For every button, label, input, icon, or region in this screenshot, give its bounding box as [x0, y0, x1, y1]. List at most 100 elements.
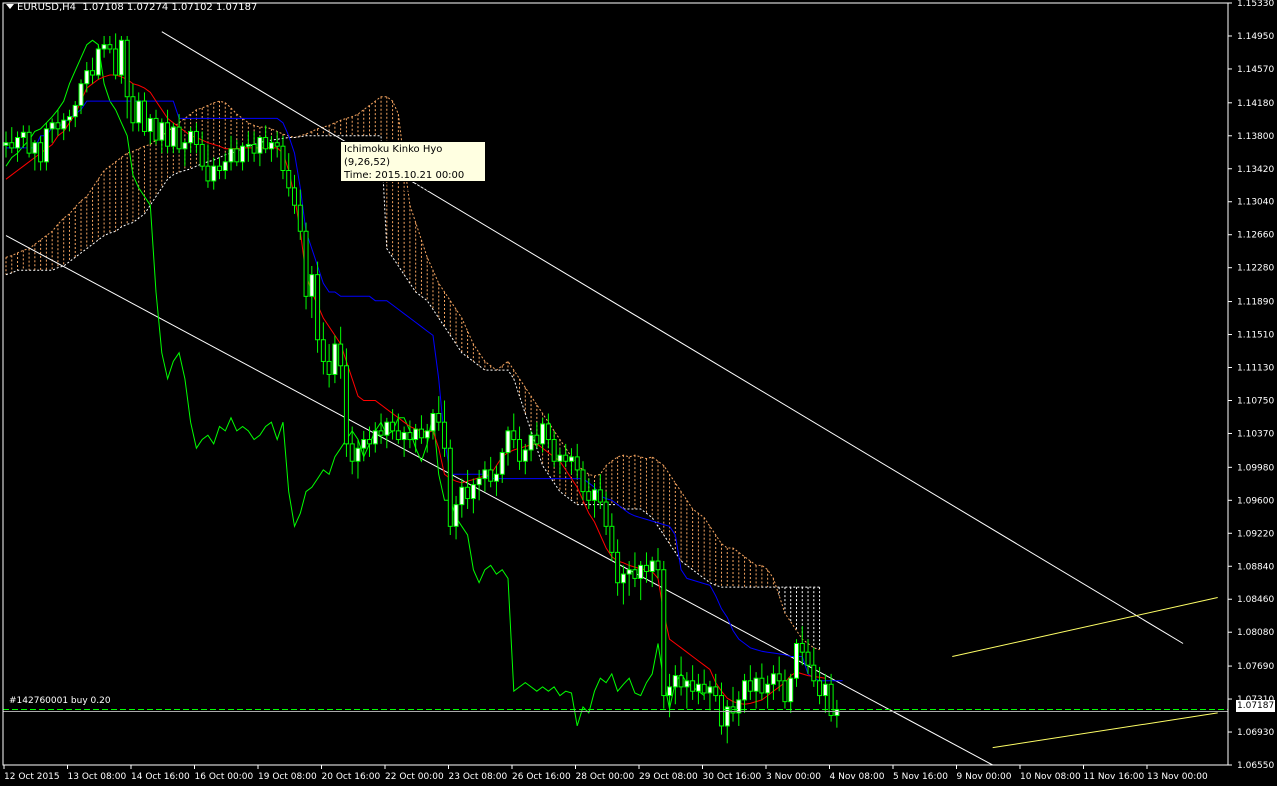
candle-body — [545, 423, 551, 441]
candle-body — [176, 126, 182, 150]
candles — [3, 33, 840, 744]
x-tick-label: 13 Nov 00:00 — [1147, 772, 1208, 782]
x-tick-label: 5 Nov 16:00 — [893, 772, 948, 782]
candle-body — [118, 39, 124, 76]
candle-body — [672, 675, 678, 688]
trendline-upchannel-top[interactable] — [952, 597, 1218, 658]
y-tick-label: 1.14950 — [1237, 32, 1274, 42]
candle-body — [713, 686, 719, 697]
candle-body — [199, 143, 205, 167]
candle-body — [72, 104, 78, 118]
candle-body — [695, 683, 701, 692]
candle-body — [153, 117, 159, 141]
y-tick-label: 1.11130 — [1237, 364, 1274, 374]
candle-body — [188, 130, 194, 144]
price-chart[interactable]: 1.15330 1.14950 1.14570 1.14180 1.13800 1.134… — [0, 0, 1277, 786]
x-tick-label: 3 Nov 00:00 — [766, 772, 821, 782]
candle-body — [113, 48, 119, 76]
symbol-header[interactable]: EURUSD,H4 1.07108 1.07274 1.07102 1.0718… — [6, 2, 257, 13]
x-tick-label: 14 Oct 16:00 — [131, 772, 190, 782]
x-tick-label: 11 Nov 16:00 — [1084, 772, 1145, 782]
candle-body — [343, 365, 349, 445]
candle-body — [320, 339, 326, 362]
candle-body — [263, 137, 269, 150]
candle-body — [297, 204, 303, 232]
candle-body — [707, 686, 713, 694]
candle-body — [465, 486, 471, 500]
candle-body — [251, 143, 257, 154]
trendline-channel-bottom[interactable] — [5, 235, 993, 766]
y-tick-label: 1.15330 — [1237, 0, 1274, 9]
y-tick-label: 1.12280 — [1237, 264, 1274, 274]
candle-body — [580, 469, 586, 493]
y-tick-label: 1.11890 — [1237, 298, 1274, 308]
candle-body — [563, 454, 569, 462]
candle-body — [747, 680, 753, 692]
candle-body — [511, 430, 517, 441]
candle-body — [799, 642, 805, 653]
candle-body — [280, 145, 286, 172]
candle-body — [805, 651, 811, 666]
candle-body — [742, 680, 748, 701]
candle-body — [355, 447, 361, 462]
x-tick-label: 23 Oct 08:00 — [449, 772, 508, 782]
candle-body — [395, 430, 401, 441]
x-tick-label: 9 Nov 00:00 — [957, 772, 1012, 782]
candle-body — [378, 430, 384, 436]
candle-body — [557, 454, 563, 462]
symbol-label: EURUSD,H4 — [17, 2, 77, 13]
candle-body — [649, 560, 655, 572]
candle-body — [834, 708, 840, 717]
candle-body — [136, 100, 142, 124]
candle-body — [372, 430, 378, 445]
candle-body — [234, 148, 240, 163]
chevron-down-icon[interactable] — [6, 4, 14, 9]
candle-body — [655, 560, 661, 571]
y-tick-label: 1.09980 — [1237, 463, 1274, 473]
x-tick-label: 22 Oct 00:00 — [385, 772, 444, 782]
candle-body — [170, 126, 176, 147]
candle-body — [38, 142, 44, 163]
candle-body — [222, 161, 228, 172]
candle-body — [765, 683, 771, 694]
candle-body — [274, 142, 280, 147]
candle-body — [309, 274, 315, 297]
candle-body — [632, 569, 638, 579]
current-price-marker: 1.07187 — [1236, 700, 1275, 712]
candle-body — [615, 551, 621, 584]
x-tick-label: 20 Oct 16:00 — [322, 772, 381, 782]
candle-body — [597, 489, 603, 503]
candle-body — [418, 428, 424, 439]
candle-body — [701, 683, 707, 694]
candle-body — [770, 673, 776, 685]
trendline-upchannel-bottom[interactable] — [992, 712, 1218, 749]
candle-body — [338, 343, 344, 367]
candle-body — [66, 116, 72, 121]
candle-body — [43, 128, 49, 163]
candle-body — [32, 142, 38, 154]
candle-body — [592, 489, 598, 501]
candle-body — [407, 432, 413, 441]
x-tick-label: 29 Oct 08:00 — [639, 772, 698, 782]
candle-body — [9, 142, 15, 149]
order-label[interactable]: #142760001 buy 0.20 — [9, 696, 111, 706]
candle-body — [95, 48, 101, 76]
candle-body — [55, 122, 61, 130]
candle-body — [776, 673, 782, 682]
indicator-tooltip: Ichimoku Kinko Hyo (9,26,52) Time: 2015.… — [340, 141, 486, 194]
candle-body — [26, 131, 32, 154]
order-lines[interactable] — [3, 708, 1228, 712]
y-tick-label: 1.11510 — [1237, 331, 1274, 341]
senkou-span-b — [5, 135, 820, 588]
candle-body — [332, 343, 338, 375]
candle-body — [349, 443, 355, 462]
candle-body — [84, 70, 90, 85]
trendline-channel-top[interactable] — [161, 31, 1184, 644]
candle-body — [193, 130, 199, 145]
candle-body — [609, 525, 615, 553]
candle-body — [147, 117, 153, 132]
candle-body — [367, 439, 373, 445]
candle-body — [574, 456, 580, 471]
axes: 1.15330 1.14950 1.14570 1.14180 1.13800 1.134… — [2, 0, 1274, 782]
candle-body — [228, 148, 234, 163]
